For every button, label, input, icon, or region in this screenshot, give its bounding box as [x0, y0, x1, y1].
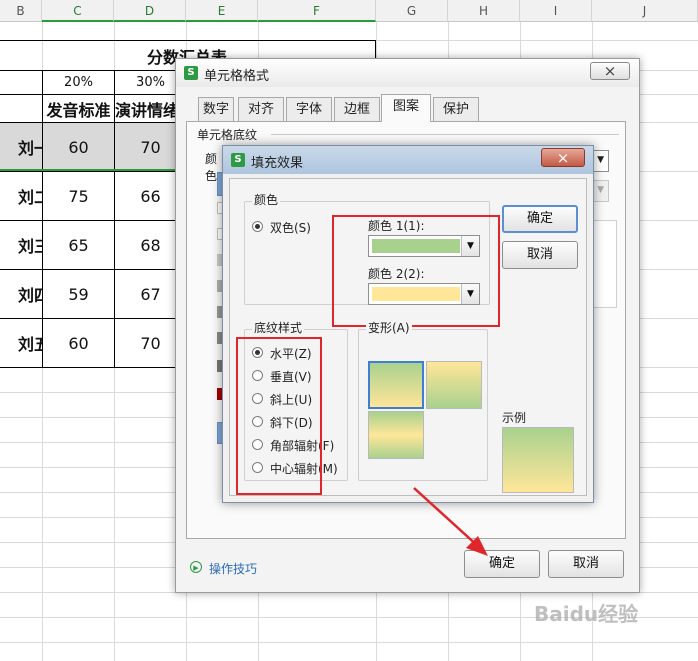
- score-value: 70: [140, 333, 161, 353]
- fill-effects-body: 颜色 双色(S) 颜色 1(1): ▼ 颜色 2(2): ▼ 确定 取消 底纹样…: [229, 178, 587, 496]
- cell-shading-label: 单元格底纹: [197, 128, 258, 142]
- table-row[interactable]: 刘二: [0, 171, 43, 221]
- column-header-h[interactable]: H: [448, 0, 520, 22]
- cell-format-close-button[interactable]: ×: [590, 62, 630, 80]
- cell-format-titlebar[interactable]: S 单元格格式 ×: [176, 59, 639, 87]
- variant-tile-3[interactable]: [368, 411, 424, 459]
- column-header-e[interactable]: E: [186, 0, 258, 22]
- tab-font[interactable]: 字体: [286, 97, 332, 121]
- score-cell[interactable]: 75: [42, 171, 115, 221]
- tab-protection[interactable]: 保护: [433, 97, 479, 121]
- table-row[interactable]: 刘三: [0, 220, 43, 270]
- variant-tile-2[interactable]: [426, 361, 482, 409]
- table-row[interactable]: 刘五: [0, 318, 43, 368]
- app-icon: S: [231, 153, 245, 167]
- score-value: 66: [140, 186, 161, 206]
- column-header-j[interactable]: J: [592, 0, 698, 22]
- student-name: 刘二: [17, 188, 42, 207]
- score-value: 60: [68, 333, 89, 353]
- app-icon: S: [184, 66, 198, 80]
- tips-link[interactable]: 操作技巧: [209, 560, 257, 577]
- sample-label: 示例: [502, 411, 527, 425]
- grid-line: [0, 642, 698, 643]
- score-value: 75: [68, 186, 89, 206]
- variant-tile-1[interactable]: [368, 361, 424, 409]
- chevron-down-icon: ▼: [597, 155, 604, 165]
- student-name: 刘五: [17, 335, 42, 354]
- score-cell[interactable]: 59: [42, 269, 115, 319]
- score-value: 67: [140, 284, 161, 304]
- fill-cancel-button[interactable]: 取消: [502, 241, 578, 269]
- tab-border[interactable]: 边框: [334, 97, 380, 121]
- two-color-label: 双色(S): [270, 221, 311, 235]
- annotation-arrow: [413, 487, 488, 556]
- weight-value: 20%: [64, 75, 93, 90]
- fill-effects-titlebar[interactable]: S 填充效果 ×: [223, 146, 593, 174]
- table-cell[interactable]: [0, 94, 43, 123]
- annotation-highlight-colors: [332, 215, 500, 327]
- score-value: 65: [68, 235, 89, 255]
- watermark: Baidu经验: [534, 602, 639, 626]
- format-cancel-button[interactable]: 取消: [548, 550, 624, 578]
- student-name: 刘四: [17, 286, 42, 305]
- column-header-f[interactable]: F: [258, 0, 376, 22]
- shading-style-label: 底纹样式: [252, 319, 305, 336]
- chevron-down-icon: ▼: [597, 185, 604, 195]
- score-value: 59: [68, 284, 89, 304]
- fill-effects-dialog: S 填充效果 × 颜色 双色(S) 颜色 1(1): ▼ 颜色 2(2): ▼ …: [222, 145, 594, 503]
- tips-icon[interactable]: ▶: [190, 561, 202, 573]
- score-value: 70: [140, 137, 161, 157]
- tab-pattern[interactable]: 图案: [381, 94, 431, 122]
- column-header-b[interactable]: B: [0, 0, 42, 22]
- section-divider: [271, 134, 619, 135]
- two-color-radio[interactable]: [252, 221, 263, 232]
- table-row[interactable]: 刘四: [0, 269, 43, 319]
- student-name: 刘三: [17, 237, 42, 256]
- tab-alignment[interactable]: 对齐: [238, 97, 284, 121]
- fill-ok-button[interactable]: 确定: [502, 205, 578, 233]
- header-text: 演讲情绪: [115, 100, 180, 120]
- score-cell[interactable]: 65: [42, 220, 115, 270]
- score-cell[interactable]: 60: [42, 122, 115, 172]
- annotation-arrow-line: [413, 487, 481, 549]
- score-value: 60: [68, 137, 89, 157]
- column-header-g[interactable]: G: [376, 0, 448, 22]
- column-header-c[interactable]: C: [42, 0, 114, 22]
- column-header-d[interactable]: D: [114, 0, 186, 22]
- color-group-label: 颜色: [252, 191, 281, 208]
- sample-preview: [502, 427, 574, 493]
- weight-value: 30%: [136, 75, 165, 90]
- variants-label: 变形(A): [366, 319, 412, 336]
- fill-effects-close-button[interactable]: ×: [541, 148, 585, 167]
- weight-cell[interactable]: 20%: [42, 70, 115, 95]
- header-cell[interactable]: 发音标准: [42, 94, 115, 123]
- score-value: 68: [140, 235, 161, 255]
- tab-number[interactable]: 数字: [198, 97, 234, 121]
- table-cell[interactable]: [0, 70, 43, 95]
- student-name: 刘一: [17, 139, 42, 158]
- cell-format-title: 单元格格式: [204, 69, 270, 84]
- column-header-i[interactable]: I: [520, 0, 592, 22]
- annotation-highlight-shading: [236, 337, 322, 495]
- table-row[interactable]: 刘一: [0, 122, 43, 172]
- header-text: 发音标准: [46, 100, 111, 120]
- score-cell[interactable]: 60: [42, 318, 115, 368]
- fill-effects-title: 填充效果: [251, 156, 304, 171]
